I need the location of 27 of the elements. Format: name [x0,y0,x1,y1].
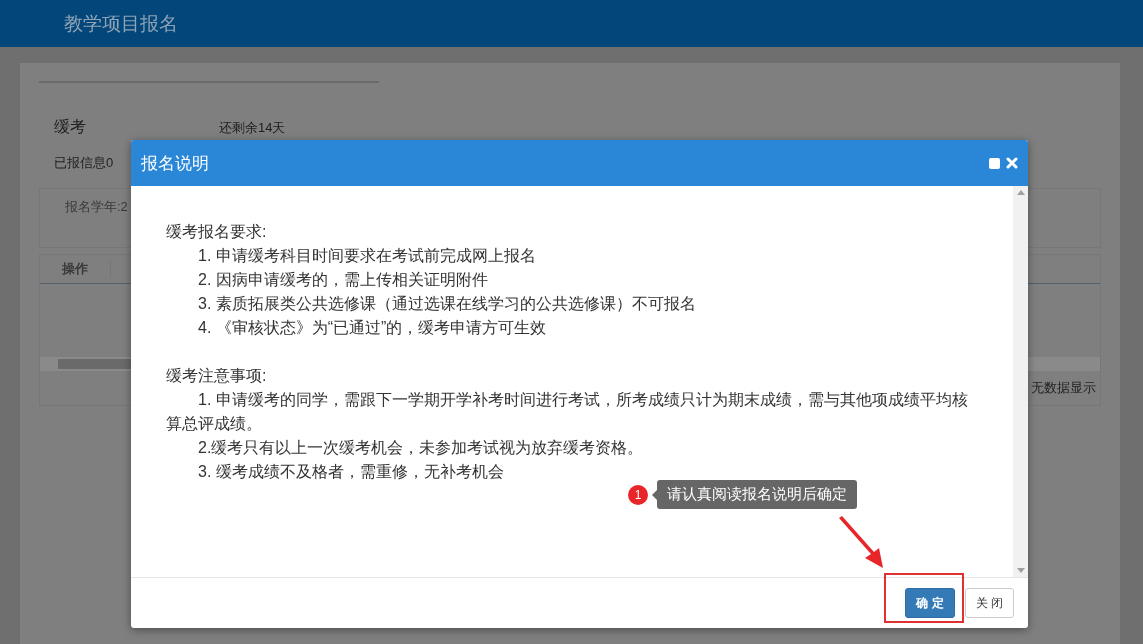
page-title: 教学项目报名 [64,11,178,36]
section-heading: 缓考报名要求: [166,222,268,242]
maximize-icon[interactable] [989,157,1000,169]
close-icon[interactable] [1006,157,1018,169]
pointer-arrow [837,516,885,570]
remaining-days: 还剩余14天 [219,118,286,137]
scroll-down-icon[interactable] [1016,568,1025,573]
tooltip: 请认真阅读报名说明后确定 [657,480,857,509]
instruction-item: 1. 申请缓考科目时间要求在考试前完成网上报名 [197,246,537,266]
filter-label: 报名学年:2 [65,199,128,214]
section-heading: 缓考注意事项: [166,366,268,386]
step-badge: 1 [628,484,648,505]
tooltip-pointer-icon [652,489,657,500]
instruction-item: 3. 素质拓展类公共选修课（通过选课在线学习的公共选修课）不可报名 [197,294,697,314]
reported-count: 已报信息0 [54,154,114,172]
confirm-button[interactable]: 确 定 [905,588,955,618]
instruction-item: 2.缓考只有以上一次缓考机会，未参加考试视为放弃缓考资格。 [197,438,645,458]
close-button[interactable]: 关 闭 [964,588,1014,618]
instruction-item: 4. 《审核状态》为“已通过”的，缓考申请方可生效 [197,318,548,338]
empty-message: 无数据显示 [1031,379,1096,397]
instruction-item: 3. 缓考成绩不及格者，需重修，无补考机会 [197,462,505,482]
instruction-item: 1. 申请缓考的同学，需跟下一学期开学补考时间进行考试，所考成绩只计为期末成绩，需与其他项成绩平均核算总评成绩。 [166,390,969,434]
section-title: 缓考 [54,117,87,137]
instruction-item: 2. 因病申请缓考的，需上传相关证明附件 [197,270,489,290]
dialog-title: 报名说明 [141,152,209,175]
scroll-up-icon[interactable] [1016,190,1025,195]
column-header[interactable]: 操作 [40,260,111,278]
